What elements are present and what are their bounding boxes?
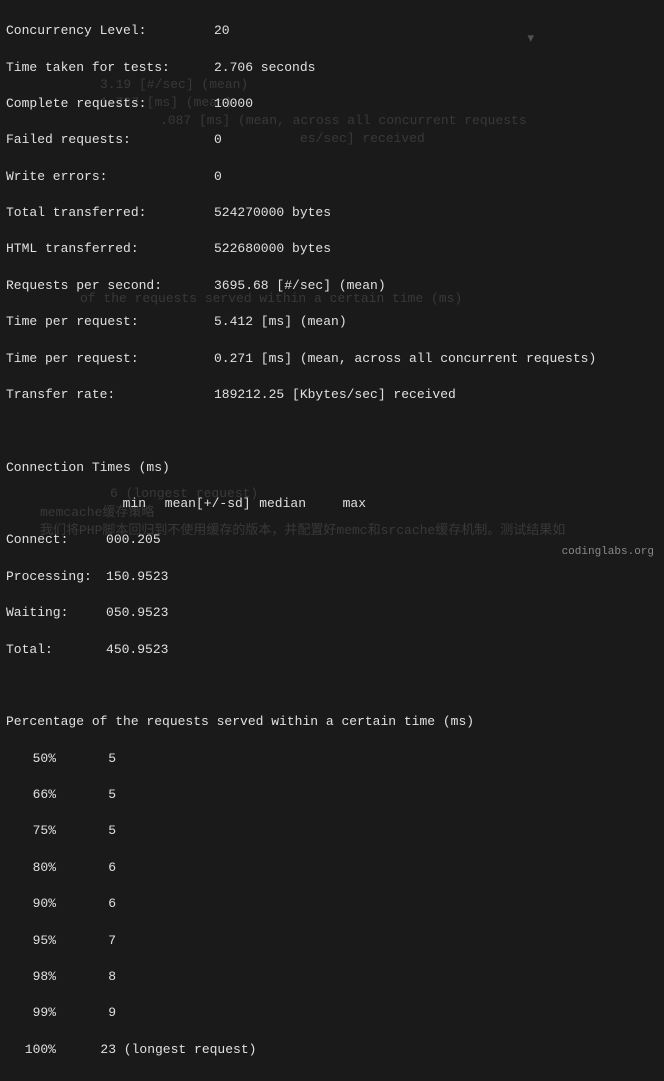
- tpr1-value: 5.412 [ms] (mean): [214, 313, 347, 331]
- pct-value: 6: [56, 895, 116, 913]
- html-transferred-label: HTML transferred:: [6, 240, 214, 258]
- pct-label: 80%: [6, 859, 56, 877]
- header-median: median: [246, 495, 306, 513]
- terminal-output: Concurrency Level:20 Time taken for test…: [0, 0, 664, 1081]
- pct-value: 7: [56, 932, 116, 950]
- html-transferred-value: 522680000 bytes: [214, 240, 331, 258]
- conn-row-label: Connect:: [6, 531, 106, 549]
- transfer-label: Transfer rate:: [6, 386, 214, 404]
- tpr2-label: Time per request:: [6, 350, 214, 368]
- header-min: min: [106, 495, 146, 513]
- write-errors-value: 0: [214, 168, 222, 186]
- time-taken-label: Time taken for tests:: [6, 59, 214, 77]
- pct-label: 99%: [6, 1004, 56, 1022]
- rps-label: Requests per second:: [6, 277, 214, 295]
- watermark: codinglabs.org: [562, 545, 654, 560]
- conn-times-title: Connection Times (ms): [6, 459, 658, 477]
- write-errors-label: Write errors:: [6, 168, 214, 186]
- pct-value: 23: [56, 1041, 116, 1059]
- pct-value: 5: [56, 822, 116, 840]
- percentages-title: Percentage of the requests served within…: [6, 713, 658, 731]
- tpr1-label: Time per request:: [6, 313, 214, 331]
- complete-value: 10000: [214, 95, 253, 113]
- pct-label: 75%: [6, 822, 56, 840]
- tpr2-value: 0.271 [ms] (mean, across all concurrent …: [214, 350, 596, 368]
- total-transferred-value: 524270000 bytes: [214, 204, 331, 222]
- concurrency-value: 20: [214, 22, 230, 40]
- conn-row-label: Total:: [6, 641, 106, 659]
- conn-row-label: Processing:: [6, 568, 106, 586]
- pct-value: 5: [56, 786, 116, 804]
- complete-label: Complete requests:: [6, 95, 214, 113]
- failed-value: 0: [214, 131, 222, 149]
- pct-value: 9: [56, 1004, 116, 1022]
- time-taken-value: 2.706 seconds: [214, 59, 315, 77]
- pct-label: 100%: [6, 1041, 56, 1059]
- pct-value: 5: [56, 750, 116, 768]
- pct-value: 8: [56, 968, 116, 986]
- rps-value: 3695.68 [#/sec] (mean): [214, 277, 386, 295]
- conn-row-label: Waiting:: [6, 604, 106, 622]
- header-mean: mean: [146, 495, 196, 513]
- transfer-value: 189212.25 [Kbytes/sec] received: [214, 386, 456, 404]
- header-sd: [+/-sd]: [196, 495, 246, 513]
- dropdown-icon: ▾: [527, 30, 534, 48]
- pct-value: 6: [56, 859, 116, 877]
- pct-label: 66%: [6, 786, 56, 804]
- concurrency-label: Concurrency Level:: [6, 22, 214, 40]
- pct-label: 95%: [6, 932, 56, 950]
- header-max: max: [306, 495, 366, 513]
- pct-label: 98%: [6, 968, 56, 986]
- total-transferred-label: Total transferred:: [6, 204, 214, 222]
- pct-label: 50%: [6, 750, 56, 768]
- pct-label: 90%: [6, 895, 56, 913]
- failed-label: Failed requests:: [6, 131, 214, 149]
